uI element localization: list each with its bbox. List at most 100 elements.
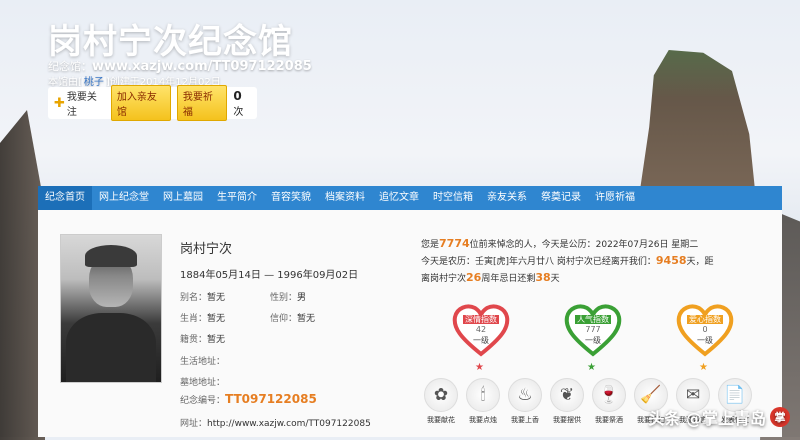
heart-label: 深情指数: [463, 315, 499, 324]
gender-label: 性别：: [270, 293, 298, 303]
count-unit: 次: [233, 106, 244, 118]
origin-field: 籍贯：暂无: [180, 332, 225, 345]
alias-value: 暂无: [207, 293, 226, 303]
url-link[interactable]: www.xazjw.com/TT097122085: [92, 59, 312, 74]
nav-item[interactable]: 生平简介: [210, 186, 264, 210]
days-passed: 9458: [655, 254, 687, 267]
index-heart: 深情指数 42 一级 ★: [451, 302, 511, 373]
zodiac-label: 生肖：: [180, 314, 208, 324]
action-label: 我要点烛: [469, 416, 497, 424]
serial-value: TT097122085: [225, 392, 317, 406]
wine-icon: 🍷: [592, 378, 626, 412]
cemetery-label: 墓地地址：: [180, 378, 226, 388]
visitor-info-line: 您是7774位前来悼念的人，今天是公历：2022年07月26日 星期二: [421, 237, 698, 250]
nav-item[interactable]: 追忆文章: [372, 186, 426, 210]
portrait-body: [66, 313, 156, 382]
portrait-cap: [85, 245, 137, 267]
alias-label: 别名：: [180, 293, 208, 303]
heart-level: 一级: [697, 336, 713, 345]
nav-item[interactable]: 亲友关系: [480, 186, 534, 210]
memorial-action-button[interactable]: ❦ 我要摆供: [547, 378, 587, 425]
action-label: 我要上香: [511, 416, 539, 424]
serial-field: 纪念编号：TT097122085: [180, 392, 317, 406]
heart-value: 0: [702, 325, 708, 334]
info2-a: 今天是农历：壬寅[虎]年六月廿八 岗村宁次已经离开我们：: [421, 257, 656, 267]
alias-field: 别名：暂无: [180, 290, 225, 303]
candle-icon: 🕯: [466, 378, 500, 412]
memorial-url: 纪念馆：www.xazjw.com/TT097122085: [48, 58, 312, 74]
index-heart: 爱心指数 0 一级 ★: [675, 302, 735, 373]
person-name: 岗村宁次: [180, 242, 233, 257]
cemetery-field: 墓地地址：: [180, 375, 225, 388]
visitor-number: 7774: [439, 237, 470, 250]
web-label: 网址：: [180, 419, 208, 429]
residence-field: 生活地址：: [180, 354, 225, 367]
web-link[interactable]: http://www.xazjw.com/TT097122085: [207, 419, 371, 429]
memorial-action-button[interactable]: ✿ 我要献花: [421, 378, 461, 425]
pray-button[interactable]: 我要祈福: [176, 85, 228, 121]
nav-item[interactable]: 网上墓园: [156, 186, 210, 210]
nav-item[interactable]: 网上纪念堂: [92, 186, 156, 210]
join-friends-button[interactable]: 加入亲友馆: [110, 85, 171, 121]
profile-panel: 岗村宁次 1884年05月14日 — 1996年09月02日 别名：暂无 性别：…: [38, 210, 782, 437]
pray-count: 0次: [233, 89, 251, 118]
heart-value: 777: [585, 325, 601, 334]
info3-c: 天: [550, 274, 560, 284]
info2-b: 天，距: [686, 257, 714, 267]
info3-a: 离岗村宁次: [421, 274, 467, 284]
life-dates: 1884年05月14日 — 1996年09月02日: [180, 270, 359, 281]
origin-label: 籍贯：: [180, 335, 208, 345]
nav-item[interactable]: 档案资料: [318, 186, 372, 210]
star-icon: ★: [475, 362, 484, 373]
action-label: 我要摆供: [553, 416, 581, 424]
index-heart: 人气指数 777 一级 ★: [563, 302, 623, 373]
nav-item[interactable]: 音容笑貌: [264, 186, 318, 210]
heart-level: 一级: [473, 336, 489, 345]
follow-label: 我要关注: [66, 92, 97, 118]
web-field: 网址：http://www.xazjw.com/TT097122085: [180, 416, 371, 429]
memorial-action-button[interactable]: 🕯 我要点烛: [463, 378, 503, 425]
anniversary-info-line: 离岗村宁次26周年忌日还剩38天: [421, 271, 560, 284]
nav-item[interactable]: 时空信箱: [426, 186, 480, 210]
lunar-info-line: 今天是农历：壬寅[虎]年六月廿八 岗村宁次已经离开我们：9458天，距: [421, 254, 714, 267]
origin-value: 暂无: [207, 335, 226, 345]
plus-icon: ✚: [54, 95, 65, 111]
nav-item[interactable]: 祭奠记录: [534, 186, 588, 210]
memorial-action-button[interactable]: 🍷 我要祭酒: [589, 378, 629, 425]
faith-field: 信仰：暂无: [270, 311, 315, 324]
main-nav: 纪念首页 网上纪念堂 网上墓园 生平简介 音容笑貌 档案资料 追忆文章 时空信箱 亲友关系 祭奠记…: [38, 186, 782, 210]
heart-label: 人气指数: [575, 315, 611, 324]
url-label: 纪念馆：: [48, 60, 92, 73]
offering-icon: ❦: [550, 378, 584, 412]
info1-a: 您是: [421, 240, 440, 250]
header-action-box: ✚ 我要关注 加入亲友馆 我要祈福 0次: [48, 85, 257, 121]
action-label: 我要祭酒: [595, 416, 623, 424]
info3-b: 周年忌日还剩: [481, 274, 536, 284]
star-icon: ★: [699, 362, 708, 373]
incense-icon: ♨: [508, 378, 542, 412]
faith-label: 信仰：: [270, 314, 298, 324]
star-icon: ★: [587, 362, 596, 373]
watermark: 头条 @掌上青岛 掌: [648, 405, 790, 429]
heart-label: 爱心指数: [687, 315, 723, 324]
gender-value: 男: [297, 293, 307, 303]
serial-label: 纪念编号：: [180, 396, 226, 406]
portrait-photo: [60, 234, 162, 383]
zodiac-field: 生肖：暂无: [180, 311, 225, 324]
info1-b: 位前来悼念的人，今天是公历：2022年07月26日 星期二: [469, 240, 699, 250]
zodiac-value: 暂无: [207, 314, 226, 324]
faith-value: 暂无: [297, 314, 316, 324]
anniversary-years: 26: [466, 271, 482, 284]
days-remaining: 38: [535, 271, 551, 284]
action-label: 我要献花: [427, 416, 455, 424]
watermark-text: 头条 @掌上青岛: [648, 409, 766, 428]
count-value: 0: [233, 88, 242, 103]
gender-field: 性别：男: [270, 290, 306, 303]
heart-level: 一级: [585, 336, 601, 345]
memorial-action-button[interactable]: ♨ 我要上香: [505, 378, 545, 425]
nav-item[interactable]: 纪念首页: [38, 186, 92, 210]
follow-button[interactable]: ✚ 我要关注: [54, 88, 105, 118]
nav-item[interactable]: 许愿祈福: [588, 186, 642, 210]
flower-icon: ✿: [424, 378, 458, 412]
watermark-logo-icon: 掌: [770, 407, 790, 427]
